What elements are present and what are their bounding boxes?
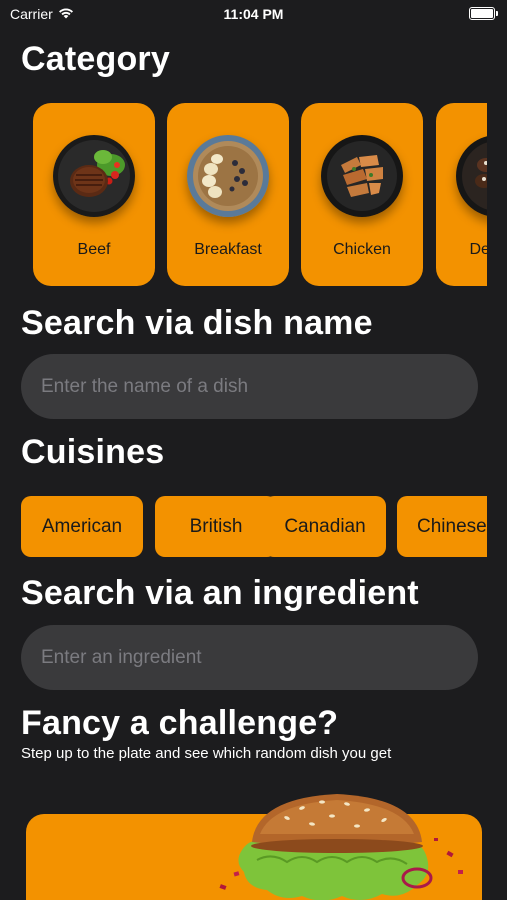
dish-search-input[interactable] <box>41 375 458 398</box>
category-label-dessert: Dessert <box>469 241 487 258</box>
status-time: 11:04 PM <box>223 6 284 22</box>
chicken-dish-image <box>321 135 403 217</box>
ingredient-search-field[interactable] <box>21 625 478 690</box>
category-label-chicken: Chicken <box>333 241 391 258</box>
category-title: Category <box>21 40 170 78</box>
cuisine-chip-chinese[interactable]: Chinese <box>397 496 487 557</box>
dish-search-field[interactable] <box>21 354 478 419</box>
cuisine-chip-british[interactable]: British <box>155 496 277 557</box>
category-scroller[interactable]: Beef Breakfast Chicken De <box>33 103 487 286</box>
ingredient-search-title: Search via an ingredient <box>21 574 419 612</box>
status-bar: Carrier 11:04 PM <box>0 0 507 28</box>
cuisine-chip-canadian[interactable]: Canadian <box>264 496 386 557</box>
challenge-subtitle: Step up to the plate and see which rando… <box>21 745 392 762</box>
category-card-breakfast[interactable]: Breakfast <box>167 103 289 286</box>
dish-search-title: Search via dish name <box>21 304 373 342</box>
cuisines-title: Cuisines <box>21 433 165 471</box>
burger-image <box>212 790 472 900</box>
breakfast-dish-image <box>187 135 269 217</box>
cuisine-chip-american[interactable]: American <box>21 496 143 557</box>
challenge-title: Fancy a challenge? <box>21 704 339 742</box>
category-label-breakfast: Breakfast <box>194 241 262 258</box>
category-card-chicken[interactable]: Chicken <box>301 103 423 286</box>
beef-dish-image <box>53 135 135 217</box>
category-label-beef: Beef <box>77 241 111 258</box>
battery-icon <box>469 7 498 20</box>
cuisine-scroller[interactable]: American British Canadian Chinese <box>21 496 487 557</box>
category-card-beef[interactable]: Beef <box>33 103 155 286</box>
category-card-dessert[interactable]: Dessert <box>436 103 487 286</box>
ingredient-search-input[interactable] <box>41 646 458 669</box>
dessert-dish-image <box>456 135 487 217</box>
